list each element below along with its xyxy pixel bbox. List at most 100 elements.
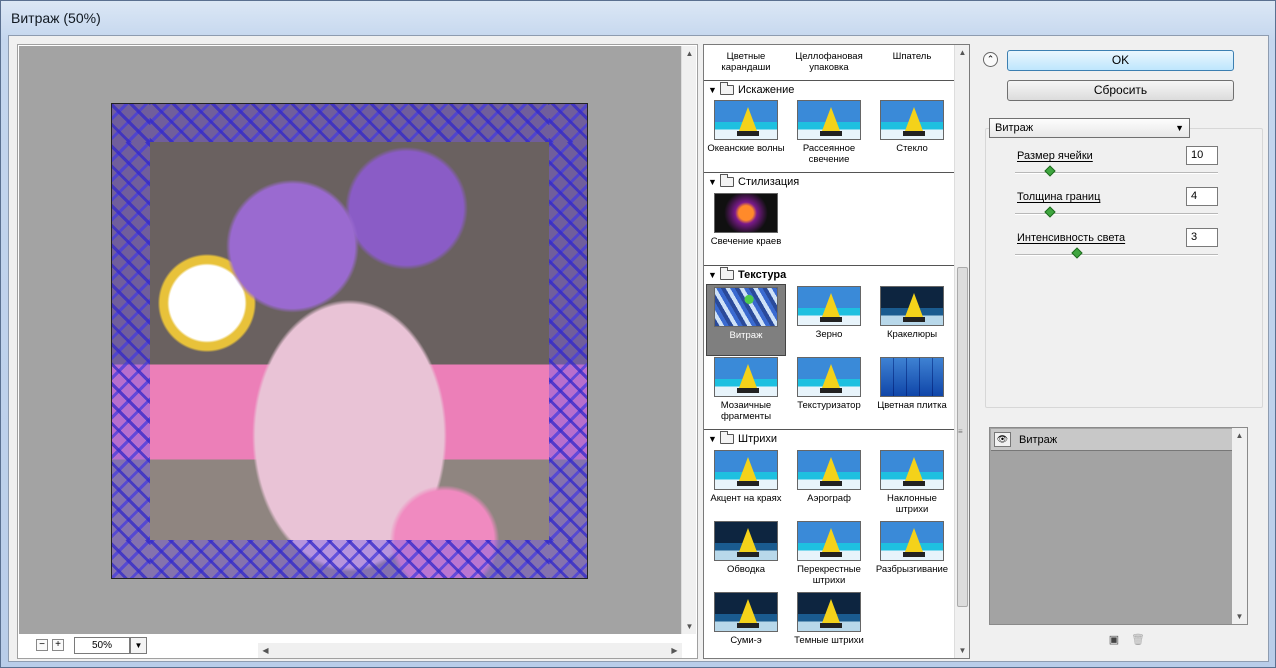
expand-triangle-icon[interactable]: ▼ [708, 434, 720, 444]
trash-icon[interactable]: 🗑 [1131, 634, 1145, 646]
zoom-level-field[interactable]: 50% [74, 637, 130, 654]
filter-thumbnail [880, 450, 944, 490]
param-light-intensity-label: Интенсивность света [1017, 232, 1126, 244]
folder-icon [720, 266, 734, 280]
filter-settings-group [985, 128, 1263, 408]
zoom-in-button[interactable]: + [52, 639, 64, 651]
effect-layer-row[interactable]: 👁 Витраж [991, 429, 1232, 451]
category-stylize[interactable]: ▼ Стилизация [704, 172, 954, 190]
filter-item-label: Витраж [729, 330, 763, 341]
expand-triangle-icon[interactable]: ▼ [708, 177, 720, 187]
filter-thumbnail [797, 592, 861, 632]
zoom-out-button[interactable]: − [36, 639, 48, 651]
param-cell-size-label: Размер ячейки [1017, 150, 1093, 162]
filter-select[interactable]: Витраж ▼ [989, 118, 1190, 138]
filter-item[interactable]: Обводка [706, 521, 786, 575]
filter-item-label: Наклонные штрихи [887, 493, 937, 515]
filter-thumbnail [714, 193, 778, 233]
reset-button[interactable]: Сбросить [1007, 80, 1234, 101]
filter-thumbnail [880, 521, 944, 561]
category-label: Текстура [738, 268, 787, 281]
window-title: Витраж (50%) [11, 10, 101, 26]
filter-item[interactable]: Кракелюры [872, 286, 952, 340]
filter-thumbnail [797, 521, 861, 561]
category-brush-strokes[interactable]: ▼ Штрихи [704, 429, 954, 447]
filter-item[interactable]: Наклонные штрихи [872, 450, 952, 515]
filter-item-label: Перекрестные штрихи [797, 564, 861, 586]
cell-size-field[interactable]: 10 [1186, 146, 1218, 165]
scroll-left-icon[interactable]: ◀ [258, 643, 273, 658]
preview-horizontal-scrollbar[interactable]: ◀ ▶ [258, 643, 682, 658]
filter-item-label: Обводка [726, 564, 766, 575]
filter-item[interactable]: Перекрестные штрихи [789, 521, 869, 586]
light-intensity-slider[interactable] [1015, 247, 1218, 259]
scroll-up-icon[interactable]: ▲ [1232, 428, 1247, 443]
filter-item-label: Кракелюры [886, 329, 938, 340]
filter-thumbnail [714, 100, 778, 140]
filter-thumbnail [714, 450, 778, 490]
filter-item[interactable]: Рассеянное свечение [789, 100, 869, 165]
filter-item[interactable]: Разбрызгивание [872, 521, 952, 575]
filter-item[interactable]: Свечение краев [706, 193, 786, 247]
gallery-scrollbar[interactable]: ▲ ≡ ▼ [954, 45, 969, 658]
scroll-right-icon[interactable]: ▶ [667, 643, 682, 658]
filter-item[interactable]: Целлофановая упаковка [789, 51, 869, 73]
preview-panel: ▲ ▼ ◀ ▶ − + 50% ▼ [17, 44, 698, 659]
dialog-client: ▲ ▼ ◀ ▶ − + 50% ▼ Цветные карандаши Целл… [8, 35, 1269, 662]
scroll-up-icon[interactable]: ▲ [955, 45, 969, 60]
settings-panel: ⌃ OK Сбросить Витраж ▼ Размер ячейки 10 … [977, 36, 1269, 663]
collapse-gallery-icon[interactable]: ⌃ [983, 52, 998, 67]
filter-item-selected[interactable]: Витраж [706, 284, 786, 356]
filter-item[interactable]: Океанские волны [706, 100, 786, 154]
filter-item-label: Свечение краев [710, 236, 782, 247]
folder-icon [720, 430, 734, 444]
filter-item[interactable]: Цветные карандаши [706, 51, 786, 73]
category-texture[interactable]: ▼ Текстура [704, 265, 954, 283]
filter-item[interactable]: Стекло [872, 100, 952, 154]
scroll-down-icon[interactable]: ▼ [682, 619, 697, 634]
category-label: Искажение [738, 83, 795, 96]
filter-item[interactable]: Аэрограф [789, 450, 869, 504]
filter-gallery: Цветные карандаши Целлофановая упаковка … [703, 44, 970, 659]
category-label: Штрихи [738, 432, 778, 445]
scroll-down-icon[interactable]: ▼ [1232, 609, 1247, 624]
filter-item-label: Аэрограф [807, 493, 851, 504]
filter-select-value: Витраж [995, 122, 1034, 134]
filter-item-label: Мозаичные фрагменты [720, 400, 772, 422]
grip-icon: ≡ [958, 427, 963, 436]
filter-item[interactable]: Зерно [789, 286, 869, 340]
param-border-thickness-label: Толщина границ [1017, 191, 1101, 203]
expand-triangle-icon[interactable]: ▼ [708, 270, 720, 280]
border-thickness-field[interactable]: 4 [1186, 187, 1218, 206]
expand-triangle-icon[interactable]: ▼ [708, 85, 720, 95]
layers-scrollbar[interactable]: ▲ ▼ [1232, 428, 1247, 624]
scroll-down-icon[interactable]: ▼ [955, 643, 969, 658]
eye-icon[interactable]: 👁 [994, 432, 1011, 447]
category-distort[interactable]: ▼ Искажение [704, 80, 954, 98]
scroll-up-icon[interactable]: ▲ [682, 46, 697, 61]
cell-size-slider[interactable] [1015, 165, 1218, 177]
filter-item[interactable]: Акцент на краях [706, 450, 786, 504]
new-effect-layer-icon[interactable]: ▣ [1108, 634, 1120, 646]
preview-vertical-scrollbar[interactable]: ▲ ▼ [681, 46, 696, 634]
filter-item[interactable]: Цветная плитка [872, 357, 952, 411]
filter-item-label: Зерно [815, 329, 843, 340]
effect-layer-label: Витраж [1019, 434, 1058, 446]
filter-item-label: Цветные карандаши [721, 51, 771, 73]
filter-item[interactable]: Шпатель [872, 51, 952, 62]
preview-canvas[interactable] [19, 46, 681, 634]
filter-item[interactable]: Темные штрихи [789, 592, 869, 646]
filter-item[interactable]: Текстуризатор [789, 357, 869, 411]
filter-item[interactable]: Мозаичные фрагменты [706, 357, 786, 422]
border-thickness-slider[interactable] [1015, 206, 1218, 218]
filter-thumbnail [797, 100, 861, 140]
scrollbar-thumb[interactable] [957, 267, 968, 607]
filter-item-label: Суми-э [730, 635, 762, 646]
ok-button[interactable]: OK [1007, 50, 1234, 71]
filter-thumbnail [797, 450, 861, 490]
light-intensity-field[interactable]: 3 [1186, 228, 1218, 247]
zoom-dropdown-button[interactable]: ▼ [130, 637, 147, 654]
filter-thumbnail [714, 287, 778, 327]
filter-item[interactable]: Суми-э [706, 592, 786, 646]
title-bar: Витраж (50%) [1, 1, 1275, 35]
